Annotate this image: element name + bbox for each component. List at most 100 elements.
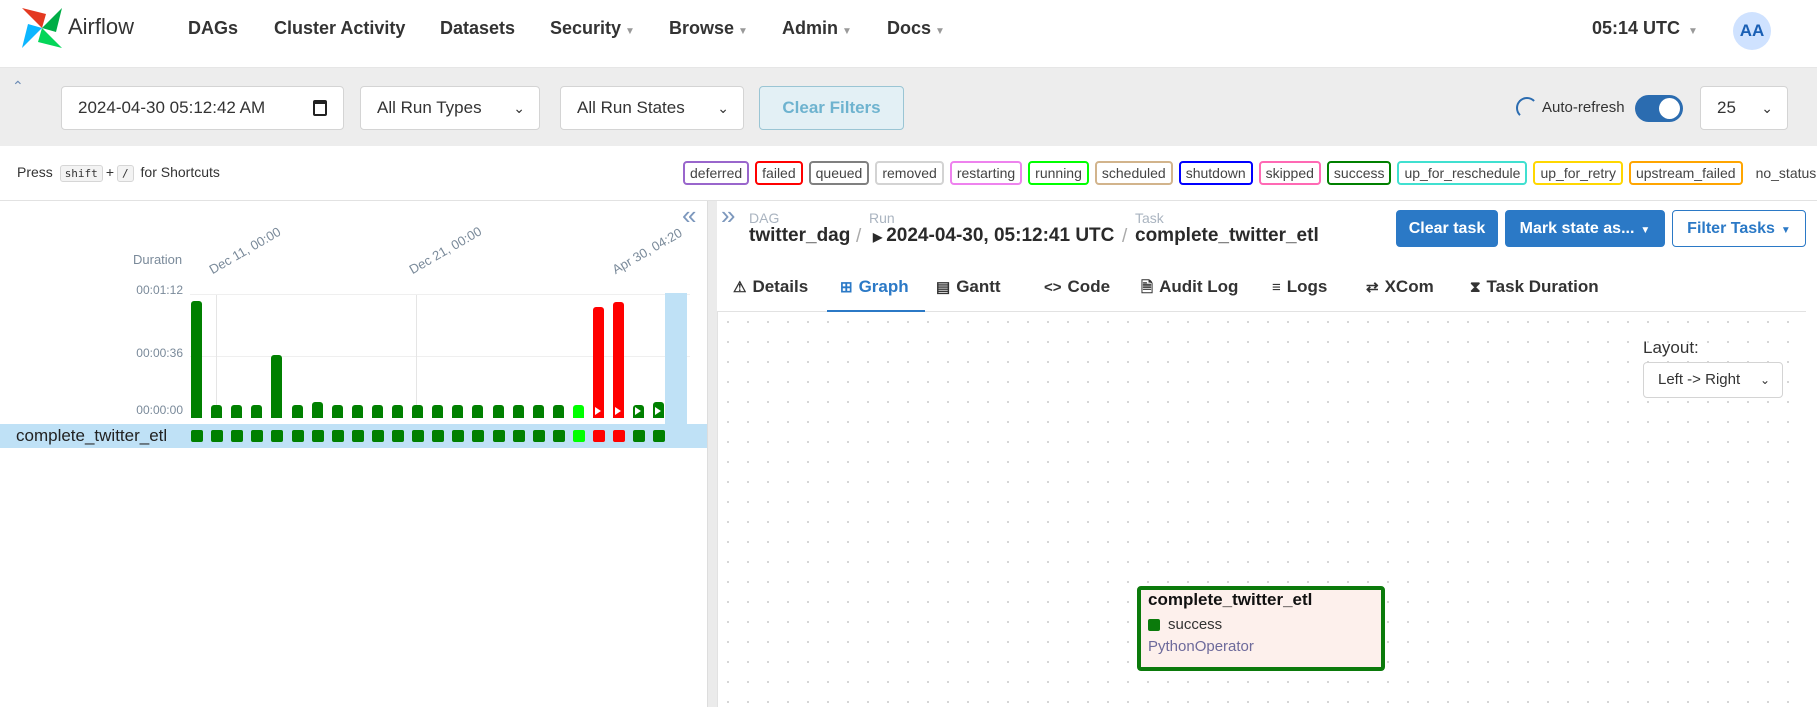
run-types-select[interactable]: All Run Types ⌄ — [360, 86, 540, 130]
task-instance-square[interactable] — [271, 430, 283, 442]
calendar-icon[interactable] — [313, 100, 327, 116]
task-instance-square[interactable] — [372, 430, 384, 442]
tab-logs[interactable]: ≡ Logs — [1268, 268, 1348, 312]
task-row-label[interactable]: complete_twitter_etl — [16, 424, 167, 448]
layout-select[interactable]: Left -> Right ⌄ — [1643, 362, 1783, 398]
filter-tasks-button[interactable]: Filter Tasks ▼ — [1672, 210, 1806, 247]
run-duration-bar[interactable] — [271, 355, 282, 418]
page-size-select[interactable]: 25 ⌄ — [1700, 86, 1788, 130]
task-instance-square[interactable] — [653, 430, 665, 442]
legend-removed[interactable]: removed — [875, 161, 944, 185]
tab-task-duration[interactable]: ⧗ Task Duration — [1466, 268, 1606, 312]
legend-shutdown[interactable]: shutdown — [1178, 161, 1253, 185]
run-duration-bar[interactable] — [573, 405, 584, 418]
nav-dags[interactable]: DAGs — [188, 18, 238, 39]
legend-upstream-failed[interactable]: upstream_failed — [1628, 161, 1743, 185]
task-instance-square[interactable] — [312, 430, 324, 442]
breadcrumb-run[interactable]: ▶ 2024-04-30, 05:12:41 UTC — [873, 225, 1114, 247]
expand-grid-icon[interactable]: » — [721, 202, 735, 228]
clear-filters-button[interactable]: Clear Filters — [759, 86, 904, 130]
panel-resizer[interactable] — [707, 201, 717, 707]
run-duration-bar[interactable] — [231, 405, 242, 418]
task-instance-square[interactable] — [352, 430, 364, 442]
legend-no-status[interactable]: no_status — [1749, 161, 1817, 185]
run-duration-bar[interactable] — [332, 405, 343, 418]
legend-queued[interactable]: queued — [808, 161, 870, 185]
task-instance-square[interactable] — [251, 430, 263, 442]
tab-code[interactable]: <> Code — [1040, 268, 1126, 312]
legend-success[interactable]: success — [1326, 161, 1392, 185]
nav-admin[interactable]: Admin ▼ — [782, 18, 852, 39]
task-instance-square[interactable] — [191, 430, 203, 442]
task-instance-square[interactable] — [211, 430, 223, 442]
run-duration-bar[interactable] — [312, 402, 323, 418]
task-instance-square[interactable] — [432, 430, 444, 442]
run-duration-bar[interactable] — [432, 405, 443, 418]
task-instance-square[interactable] — [613, 430, 625, 442]
run-duration-bar[interactable] — [653, 402, 664, 418]
run-duration-bar[interactable] — [513, 405, 524, 418]
nav-browse[interactable]: Browse ▼ — [669, 18, 748, 39]
run-duration-bar[interactable] — [191, 301, 202, 418]
task-instance-square[interactable] — [332, 430, 344, 442]
task-instance-square[interactable] — [553, 430, 565, 442]
run-duration-bar[interactable] — [372, 405, 383, 418]
nav-security[interactable]: Security ▼ — [550, 18, 635, 39]
run-duration-bar[interactable] — [613, 302, 624, 418]
run-duration-bar[interactable] — [392, 405, 403, 418]
utc-clock[interactable]: 05:14 UTC ▼ — [1592, 18, 1698, 39]
legend-failed[interactable]: failed — [755, 161, 803, 185]
task-instance-square[interactable] — [493, 430, 505, 442]
nav-cluster-activity[interactable]: Cluster Activity — [274, 18, 405, 39]
nav-datasets[interactable]: Datasets — [440, 18, 515, 39]
tab-audit-log[interactable]: 🗎 Audit Log — [1137, 268, 1255, 312]
run-duration-bar[interactable] — [472, 405, 483, 418]
run-duration-bar[interactable] — [352, 405, 363, 418]
task-node-name[interactable]: complete_twitter_etl — [1148, 590, 1312, 610]
legend-up-for-retry[interactable]: up_for_retry — [1533, 161, 1623, 185]
task-instance-square[interactable] — [472, 430, 484, 442]
task-instance-square[interactable] — [392, 430, 404, 442]
task-instance-square[interactable] — [533, 430, 545, 442]
collapse-grid-icon[interactable]: « — [682, 202, 696, 228]
tab-gantt[interactable]: ▤ Gantt — [932, 268, 1024, 312]
clear-task-button[interactable]: Clear task — [1396, 210, 1498, 247]
run-duration-bar[interactable] — [412, 405, 423, 418]
run-duration-bar[interactable] — [593, 307, 604, 418]
legend-restarting[interactable]: restarting — [949, 161, 1023, 185]
run-states-select[interactable]: All Run States ⌄ — [560, 86, 744, 130]
nav-docs[interactable]: Docs ▼ — [887, 18, 945, 39]
breadcrumb-dag[interactable]: twitter_dag — [749, 225, 850, 247]
run-duration-bar[interactable] — [211, 405, 222, 418]
airflow-logo-icon[interactable] — [18, 4, 66, 52]
task-instance-square[interactable] — [452, 430, 464, 442]
run-duration-bar[interactable] — [493, 405, 504, 418]
brand-name[interactable]: Airflow — [68, 14, 134, 40]
user-avatar[interactable]: AA — [1733, 12, 1771, 50]
legend-running[interactable]: running — [1028, 161, 1089, 185]
task-instance-square[interactable] — [633, 430, 645, 442]
task-instance-square[interactable] — [593, 430, 605, 442]
mark-state-button[interactable]: Mark state as... ▼ — [1505, 210, 1665, 247]
task-instance-square[interactable] — [412, 430, 424, 442]
breadcrumb-task[interactable]: complete_twitter_etl — [1135, 225, 1319, 247]
task-instance-square[interactable] — [513, 430, 525, 442]
collapse-up-icon[interactable]: ⌃ — [12, 78, 24, 95]
tab-xcom[interactable]: ⇄ XCom — [1362, 268, 1454, 312]
execution-date-input[interactable]: 2024-04-30 05:12:42 AM — [61, 86, 344, 130]
run-duration-bar[interactable] — [452, 405, 463, 418]
tab-graph[interactable]: ⊞ Graph — [827, 268, 925, 312]
legend-deferred[interactable]: deferred — [683, 161, 750, 185]
legend-up-for-reschedule[interactable]: up_for_reschedule — [1397, 161, 1528, 185]
run-duration-bar[interactable] — [251, 405, 262, 418]
legend-skipped[interactable]: skipped — [1258, 161, 1321, 185]
run-duration-bar[interactable] — [533, 405, 544, 418]
task-instance-square[interactable] — [231, 430, 243, 442]
run-duration-bar[interactable] — [633, 405, 644, 418]
run-duration-bar[interactable] — [553, 405, 564, 418]
auto-refresh-toggle[interactable] — [1635, 95, 1683, 122]
task-instance-square[interactable] — [573, 430, 585, 442]
tab-details[interactable]: ⚠ Details — [729, 268, 813, 312]
task-instance-square[interactable] — [292, 430, 304, 442]
legend-scheduled[interactable]: scheduled — [1094, 161, 1173, 185]
